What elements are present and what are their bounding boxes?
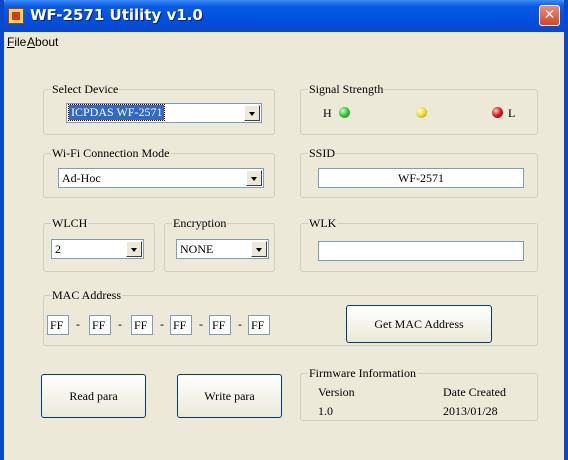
mac-octet-5-input[interactable]: FF <box>209 315 231 335</box>
mac-separator: - <box>238 317 242 331</box>
signal-strength-group: Signal Strength H L <box>300 82 538 135</box>
mac-octet-3-input[interactable]: FF <box>131 315 153 335</box>
wlk-group: WLK <box>300 216 538 272</box>
mac-octet-2-input[interactable]: FF <box>89 315 111 335</box>
chevron-down-icon[interactable] <box>244 105 260 121</box>
app-window: WF-2571 Utility v1.0 ✕ File About Select… <box>0 0 568 460</box>
firmware-version-value: 1.0 <box>318 404 333 418</box>
window-border-left <box>0 0 4 460</box>
wifi-mode-group: Wi-Fi Connection Mode Ad-Hoc <box>43 146 275 198</box>
chevron-down-icon[interactable] <box>126 241 142 257</box>
ssid-input[interactable]: WF-2571 <box>318 168 524 188</box>
window-title: WF-2571 Utility v1.0 <box>30 6 203 24</box>
wifi-mode-value: Ad-Hoc <box>62 171 101 185</box>
firmware-version-header: Version <box>318 385 355 399</box>
chevron-down-icon[interactable] <box>246 170 262 186</box>
wlch-dropdown[interactable]: 2 <box>51 239 144 259</box>
client-area: File About Select Device ICPDAS WF-2571 … <box>4 32 564 460</box>
signal-low-label: L <box>508 106 516 120</box>
firmware-group: Firmware Information Version Date Create… <box>300 366 538 421</box>
wlk-input[interactable] <box>318 241 524 261</box>
get-mac-address-button[interactable]: Get MAC Address <box>346 305 492 343</box>
mac-octet-1-input[interactable]: FF <box>47 315 69 335</box>
select-device-dropdown[interactable]: ICPDAS WF-2571 <box>66 103 262 123</box>
mac-separator: - <box>118 317 122 331</box>
mac-separator: - <box>160 317 164 331</box>
wlch-label: WLCH <box>51 216 89 231</box>
ssid-label: SSID <box>308 146 337 161</box>
read-para-button[interactable]: Read para <box>41 374 146 418</box>
app-icon <box>8 8 24 24</box>
select-device-group: Select Device ICPDAS WF-2571 <box>43 82 275 135</box>
encryption-label: Encryption <box>172 216 228 231</box>
mac-address-label: MAC Address <box>51 288 123 303</box>
wlch-group: WLCH 2 <box>43 216 155 272</box>
mac-octet-6-input[interactable]: FF <box>248 315 270 335</box>
firmware-date-header: Date Created <box>443 385 506 399</box>
signal-high-icon <box>339 107 350 118</box>
select-device-label: Select Device <box>51 82 120 97</box>
select-device-value: ICPDAS WF-2571 <box>67 104 166 121</box>
signal-strength-label: Signal Strength <box>308 82 385 97</box>
signal-low-icon <box>492 107 503 118</box>
wlk-label: WLK <box>308 216 338 231</box>
signal-high-label: H <box>323 106 332 120</box>
write-para-button[interactable]: Write para <box>177 374 282 418</box>
title-bar[interactable]: WF-2571 Utility v1.0 ✕ <box>0 0 568 32</box>
wifi-mode-dropdown[interactable]: Ad-Hoc <box>58 168 264 188</box>
firmware-label: Firmware Information <box>308 366 417 381</box>
mac-octet-4-input[interactable]: FF <box>170 315 192 335</box>
chevron-down-icon[interactable] <box>251 241 267 257</box>
wlch-value: 2 <box>55 242 61 256</box>
menu-file[interactable]: File <box>7 35 26 49</box>
wifi-mode-label: Wi-Fi Connection Mode <box>51 146 171 161</box>
mac-separator: - <box>76 317 80 331</box>
mac-separator: - <box>199 317 203 331</box>
close-button[interactable]: ✕ <box>539 5 560 26</box>
firmware-date-value: 2013/01/28 <box>443 404 498 418</box>
signal-mid-icon <box>416 107 427 118</box>
menu-about[interactable]: About <box>27 35 58 49</box>
window-border-right <box>564 0 568 460</box>
menu-bar: File About <box>4 32 564 52</box>
encryption-group: Encryption NONE <box>164 216 275 272</box>
encryption-value: NONE <box>180 242 214 256</box>
ssid-group: SSID WF-2571 <box>300 146 538 198</box>
encryption-dropdown[interactable]: NONE <box>176 239 269 259</box>
